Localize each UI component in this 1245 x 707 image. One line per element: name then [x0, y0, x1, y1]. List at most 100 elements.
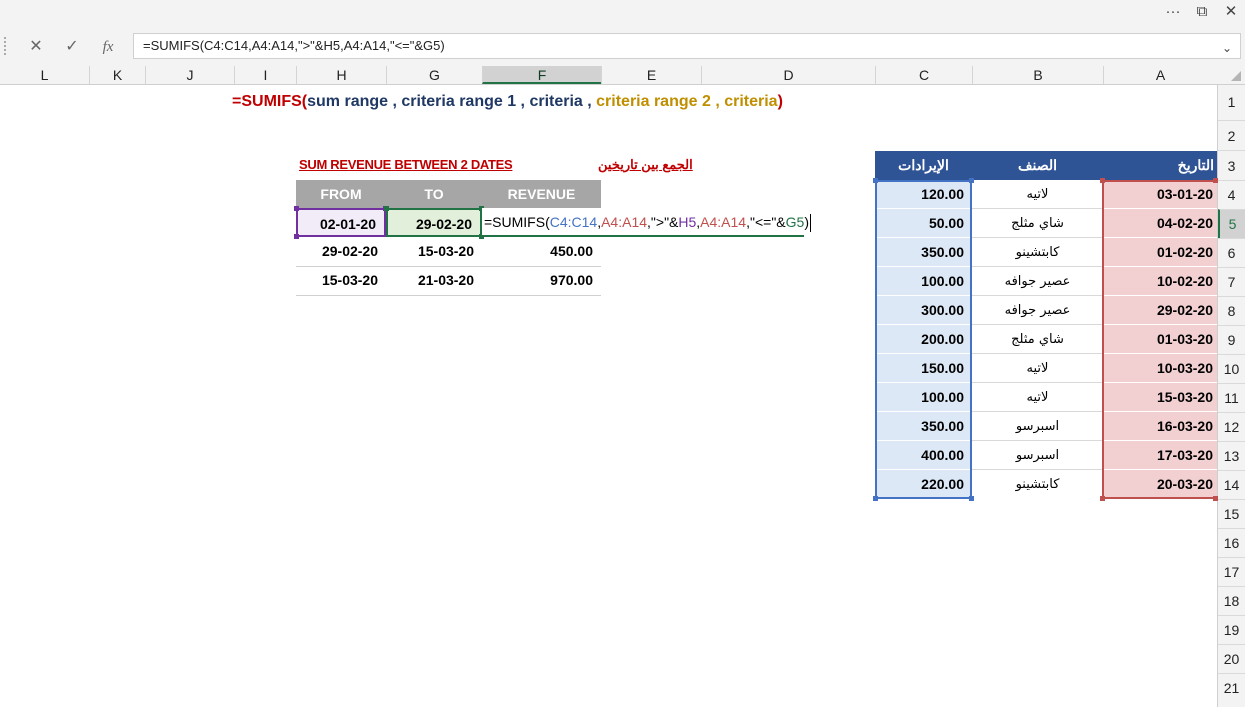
column-header-k[interactable]: K	[89, 66, 145, 84]
from-cell-h5[interactable]: 02-01-20	[296, 208, 386, 237]
syntax-args-2: criteria range 2 , criteria	[596, 93, 778, 110]
row-header[interactable]: 14	[1218, 470, 1245, 499]
range-handle[interactable]	[384, 206, 389, 211]
summary-title-english: SUM REVENUE BETWEEN 2 DATES	[299, 157, 513, 172]
category-value[interactable]: كابتشينو	[972, 238, 1103, 267]
row-header[interactable]: 6	[1218, 238, 1245, 267]
category-value[interactable]: شاي مثلج	[972, 209, 1103, 238]
close-window-icon[interactable]: ✕	[1220, 2, 1242, 22]
column-header-e[interactable]: E	[601, 66, 701, 84]
column-header-g[interactable]: G	[386, 66, 482, 84]
row-divider	[296, 295, 601, 296]
from-cell[interactable]: 15-03-20	[296, 266, 386, 295]
revenue-cell-f5-editing[interactable]: =SUMIFS(C4:C14,A4:A14,">"&H5,A4:A14,"<="…	[482, 208, 811, 237]
range-handle[interactable]	[1100, 178, 1105, 183]
formula-bar: ✕ ✓ fx =SUMIFS(C4:C14,A4:A14,">"&H5,A4:A…	[0, 28, 1245, 66]
column-header-h[interactable]: H	[296, 66, 386, 84]
header-date-ar: التاريخ	[1103, 151, 1217, 180]
row-header[interactable]: 20	[1218, 644, 1245, 673]
category-value[interactable]: لاتيه	[972, 383, 1103, 412]
category-value[interactable]: عصير جوافه	[972, 267, 1103, 296]
range-highlight-c4-c14	[875, 180, 972, 499]
window-title-bar: ··· ⧉ ✕	[0, 0, 1245, 28]
syntax-close: )	[777, 93, 783, 110]
revenue-cell[interactable]: 450.00	[482, 237, 601, 266]
category-value[interactable]: اسبرسو	[972, 441, 1103, 470]
edit-mid2: ,"<="&	[746, 214, 786, 230]
column-header-c[interactable]: C	[875, 66, 972, 84]
to-cell[interactable]: 21-03-20	[386, 266, 482, 295]
row-header[interactable]: 17	[1218, 557, 1245, 586]
category-value[interactable]: اسبرسو	[972, 412, 1103, 441]
column-headers: L K J I H G F E D C B A	[0, 66, 1245, 85]
syntax-args-1: sum range , criteria range 1 , criteria …	[307, 93, 597, 110]
row-header[interactable]: 9	[1218, 325, 1245, 354]
edit-ref-h5: H5	[678, 214, 697, 230]
range-handle[interactable]	[1213, 178, 1218, 183]
header-from: FROM	[296, 180, 386, 208]
summary-title-arabic: الجمع بين تاريخين	[598, 157, 693, 172]
category-value[interactable]: لاتيه	[972, 180, 1103, 209]
to-cell-g5[interactable]: 29-02-20	[386, 208, 482, 237]
column-header-a[interactable]: A	[1103, 66, 1217, 84]
edit-prefix: =SUMIFS(	[484, 214, 550, 230]
insert-function-icon[interactable]: fx	[94, 34, 122, 60]
formula-input[interactable]: =SUMIFS(C4:C14,A4:A14,">"&H5,A4:A14,"<="…	[133, 33, 1241, 59]
row-header[interactable]: 12	[1218, 412, 1245, 441]
cancel-icon[interactable]: ✕	[22, 34, 50, 60]
header-revenue-ar: الإيرادات	[875, 151, 972, 180]
row-header[interactable]: 18	[1218, 586, 1245, 615]
row-header[interactable]: 15	[1218, 499, 1245, 528]
formula-bar-grip[interactable]	[4, 37, 8, 55]
column-header-l[interactable]: L	[0, 66, 89, 84]
row-header[interactable]: 16	[1218, 528, 1245, 557]
range-handle[interactable]	[969, 496, 974, 501]
more-options-icon[interactable]: ···	[1163, 2, 1183, 22]
range-handle[interactable]	[1100, 496, 1105, 501]
range-handle[interactable]	[873, 178, 878, 183]
row-header-selected[interactable]: 5	[1218, 209, 1245, 238]
select-all-corner[interactable]	[1217, 66, 1245, 84]
range-handle[interactable]	[1213, 496, 1218, 501]
category-value[interactable]: لاتيه	[972, 354, 1103, 383]
row-header[interactable]: 1	[1218, 85, 1245, 120]
range-handle[interactable]	[294, 206, 299, 211]
edit-ref-a2: A4:A14	[700, 214, 747, 230]
column-header-i[interactable]: I	[234, 66, 296, 84]
column-header-b[interactable]: B	[972, 66, 1103, 84]
row-header[interactable]: 3	[1218, 150, 1245, 180]
expand-formula-bar-icon[interactable]: ⌄	[1222, 36, 1232, 60]
range-handle[interactable]	[969, 178, 974, 183]
category-value[interactable]: شاي مثلج	[972, 325, 1103, 354]
range-handle[interactable]	[873, 496, 878, 501]
to-cell[interactable]: 15-03-20	[386, 237, 482, 266]
restore-window-icon[interactable]: ⧉	[1191, 2, 1213, 22]
row-header[interactable]: 19	[1218, 615, 1245, 644]
edit-mid1: ,">"&	[647, 214, 679, 230]
row-header[interactable]: 2	[1218, 120, 1245, 150]
row-header[interactable]: 21	[1218, 673, 1245, 702]
range-highlight-a4-a14	[1102, 180, 1218, 499]
row-header[interactable]: 13	[1218, 441, 1245, 470]
header-category-ar: الصنف	[972, 151, 1103, 180]
edit-ref-a1: A4:A14	[601, 214, 648, 230]
edit-ref-g5: G5	[785, 214, 805, 230]
revenue-cell[interactable]: 970.00	[482, 266, 601, 295]
category-value[interactable]: كابتشينو	[972, 470, 1103, 499]
row-header[interactable]: 8	[1218, 296, 1245, 325]
formula-text: =SUMIFS(C4:C14,A4:A14,">"&H5,A4:A14,"<="…	[143, 38, 445, 53]
from-cell[interactable]: 29-02-20	[296, 237, 386, 266]
row-header[interactable]: 7	[1218, 267, 1245, 296]
column-header-d[interactable]: D	[701, 66, 875, 84]
edit-suffix: )	[804, 214, 809, 230]
column-header-j[interactable]: J	[145, 66, 234, 84]
text-cursor	[810, 214, 811, 233]
column-header-f[interactable]: F	[482, 66, 601, 84]
row-header[interactable]: 11	[1218, 383, 1245, 412]
header-revenue: REVENUE	[482, 180, 601, 208]
enter-icon[interactable]: ✓	[58, 34, 86, 60]
category-value[interactable]: عصير جوافه	[972, 296, 1103, 325]
row-header[interactable]: 4	[1218, 180, 1245, 209]
row-header[interactable]: 10	[1218, 354, 1245, 383]
syntax-function: SUMIFS(	[241, 93, 308, 110]
